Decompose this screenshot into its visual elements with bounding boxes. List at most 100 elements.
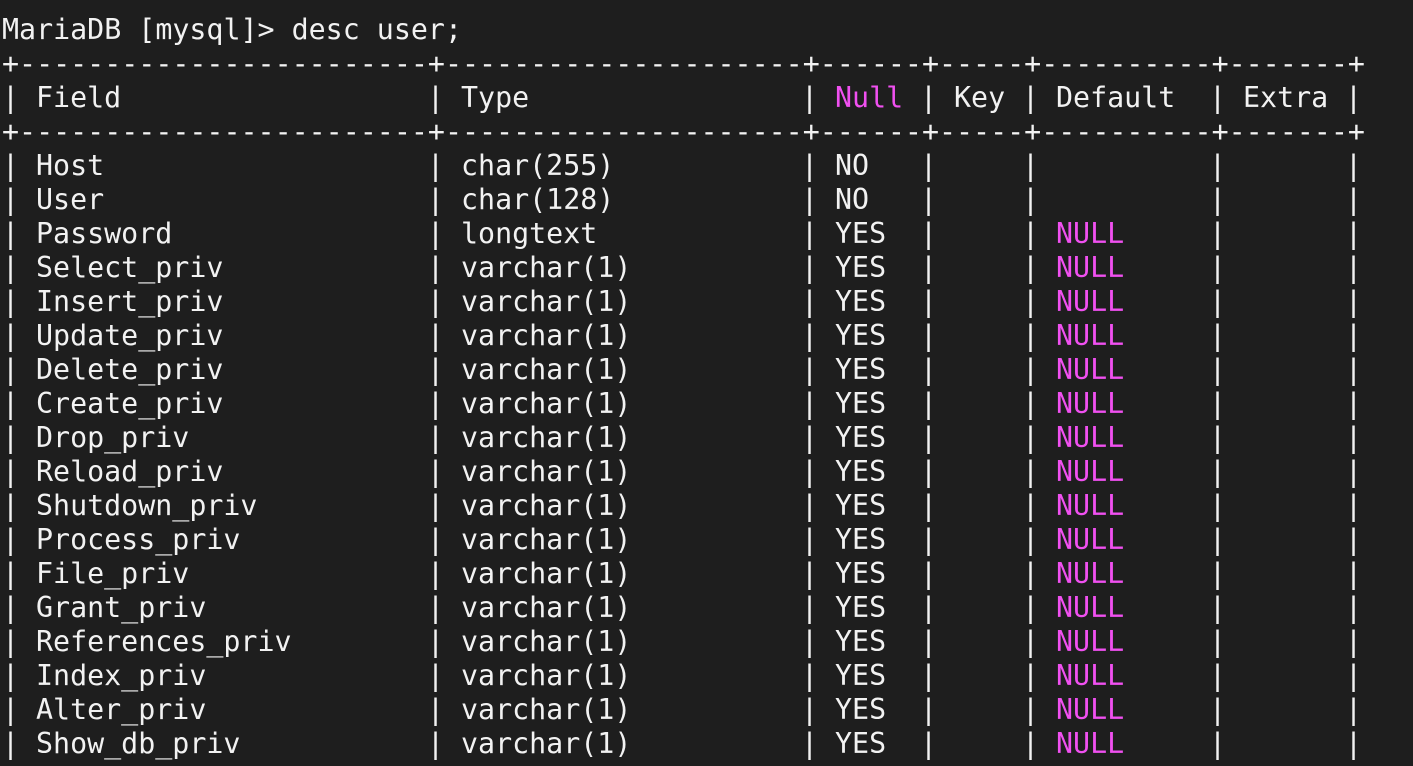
column-separator: | (920, 489, 938, 522)
column-separator: | (2, 727, 20, 760)
column-separator: | (801, 659, 819, 692)
column-separator: | (801, 693, 819, 726)
column-separator: | (1345, 489, 1363, 522)
cell-default: NULL (1056, 319, 1125, 352)
column-separator: | (920, 591, 938, 624)
column-separator: | (1345, 557, 1363, 590)
column-separator: | (1209, 455, 1227, 488)
cell-field: Index_priv (36, 659, 207, 692)
column-separator: | (1345, 81, 1363, 114)
column-separator: | (1345, 455, 1363, 488)
cell-field: References_priv (36, 625, 292, 658)
table-row: | | | | | | | Password longtext YES NULL (2, 217, 1402, 251)
column-separator: | (801, 251, 819, 284)
cell-field: File_priv (36, 557, 190, 590)
column-separator: | (1022, 523, 1040, 556)
column-separator: | (427, 387, 445, 420)
table-row: | | | | | | | User char(128) NO (2, 183, 1402, 217)
column-separator: | (1209, 523, 1227, 556)
cell-field: Insert_priv (36, 285, 224, 318)
cell-null: YES (835, 489, 887, 522)
table-row: | | | | | | | Select_priv varchar(1) YES NULL (2, 251, 1402, 285)
column-separator: | (2, 217, 20, 250)
column-separator: | (2, 285, 20, 318)
column-separator: | (1209, 727, 1227, 760)
column-separator: | (1209, 353, 1227, 386)
column-separator: | (920, 523, 938, 556)
table-row: | | | | | | | Grant_priv varchar(1) YES NULL (2, 591, 1402, 625)
column-separator: | (1022, 557, 1040, 590)
column-separator: | (920, 353, 938, 386)
column-separator: | (2, 557, 20, 590)
column-separator: | (1345, 387, 1363, 420)
column-separator: | (801, 625, 819, 658)
column-separator: | (427, 727, 445, 760)
cell-default: NULL (1056, 353, 1125, 386)
column-separator: | (1209, 489, 1227, 522)
column-separator: | (2, 319, 20, 352)
cell-field: Delete_priv (36, 353, 224, 386)
cell-type: varchar(1) (461, 353, 632, 386)
column-header-extra: Extra (1243, 81, 1329, 114)
column-separator: | (920, 659, 938, 692)
column-separator: | (1345, 251, 1363, 284)
cell-type: varchar(1) (461, 489, 632, 522)
column-separator: | (2, 455, 20, 488)
column-separator: | (801, 183, 819, 216)
column-separator: | (801, 557, 819, 590)
cell-null: YES (835, 421, 887, 454)
cell-null: YES (835, 727, 887, 760)
table-row: | | | | | | | References_priv varchar(1) YES NULL (2, 625, 1402, 659)
cell-field: Grant_priv (36, 591, 207, 624)
table-row: | | | | | | | Alter_priv varchar(1) YES NULL (2, 693, 1402, 727)
cell-type: varchar(1) (461, 625, 632, 658)
column-separator: | (1345, 217, 1363, 250)
cell-type: varchar(1) (461, 591, 632, 624)
column-header-null: Null (835, 81, 904, 114)
cell-field: Update_priv (36, 319, 224, 352)
table-header-row: | Field | Type | Null | Key | Default | … (2, 81, 1402, 115)
column-separator: | (2, 693, 20, 726)
column-separator: | (427, 319, 445, 352)
column-separator: | (920, 81, 938, 114)
cell-field: Host (36, 149, 105, 182)
table-row: | | | | | | | Update_priv varchar(1) YES NULL (2, 319, 1402, 353)
column-separator: | (1022, 353, 1040, 386)
column-separator: | (920, 387, 938, 420)
column-separator: | (427, 149, 445, 182)
column-separator: | (1209, 285, 1227, 318)
cell-null: YES (835, 251, 887, 284)
cell-null: YES (835, 319, 887, 352)
column-separator: | (427, 489, 445, 522)
column-separator: | (1022, 319, 1040, 352)
column-separator: | (427, 285, 445, 318)
column-separator: | (2, 251, 20, 284)
cell-field: Password (36, 217, 173, 250)
cell-field: Create_priv (36, 387, 224, 420)
column-separator: | (801, 455, 819, 488)
column-separator: | (2, 489, 20, 522)
column-separator: | (1345, 693, 1363, 726)
column-separator: | (2, 81, 20, 114)
column-separator: | (1022, 659, 1040, 692)
table-border-header: +------------------------+--------------… (2, 115, 1365, 148)
table-row: | | | | | | | Process_priv varchar(1) YES NULL (2, 523, 1402, 557)
column-separator: | (801, 353, 819, 386)
column-separator: | (427, 353, 445, 386)
table-row: | | | | | | | Reload_priv varchar(1) YES NULL (2, 455, 1402, 489)
column-separator: | (1345, 149, 1363, 182)
column-header-field: Field (36, 81, 122, 114)
column-separator: | (801, 285, 819, 318)
column-separator: | (427, 421, 445, 454)
cell-field: User (36, 183, 105, 216)
cell-null: YES (835, 353, 887, 386)
column-separator: | (1022, 387, 1040, 420)
table-row: | | | | | | | File_priv varchar(1) YES NULL (2, 557, 1402, 591)
column-separator: | (920, 251, 938, 284)
column-separator: | (1345, 523, 1363, 556)
cell-type: varchar(1) (461, 285, 632, 318)
column-separator: | (920, 319, 938, 352)
column-separator: | (1022, 217, 1040, 250)
column-separator: | (801, 591, 819, 624)
terminal-window[interactable]: MariaDB [mysql]> desc user; +-----------… (0, 0, 1413, 766)
